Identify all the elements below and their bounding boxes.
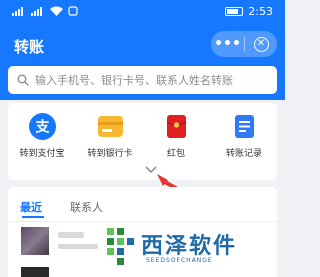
status-left <box>12 6 78 16</box>
wifi-icon <box>50 6 63 16</box>
bank-card-icon <box>97 113 124 140</box>
watermark-title: 西泽软件 <box>141 234 238 259</box>
search-input[interactable]: 输入手机号、银行卡号、联系人姓名转账 <box>8 66 277 94</box>
avatar[interactable] <box>21 227 49 255</box>
avatar-partial <box>21 267 49 277</box>
tab-active-indicator <box>22 216 44 218</box>
status-bar: 2:53 <box>0 0 285 24</box>
mini-app-capsule: ••• ✕ <box>211 31 277 57</box>
signal-icon-2 <box>31 6 42 16</box>
signal-icon <box>12 6 23 16</box>
quick-action-label: 红包 <box>166 149 185 159</box>
watermark-logo: 西泽软件 SEEDSOFCHANGE <box>103 222 273 272</box>
blurred-detail <box>58 244 98 249</box>
search-placeholder: 输入手机号、银行卡号、联系人姓名转账 <box>35 74 233 87</box>
header: 2:53 转账 ••• ✕ 输入手机号、银行卡号、联系人姓名转账 <box>0 0 285 100</box>
close-button[interactable]: ✕ <box>245 36 277 52</box>
page-title: 转账 <box>14 38 45 56</box>
chevron-down-icon[interactable] <box>145 166 157 174</box>
red-envelope-icon <box>163 113 190 140</box>
status-right: 2:53 <box>225 5 273 18</box>
quick-actions-card: 支 转到支付宝 转到银行卡 红包 转账记录 <box>8 103 277 180</box>
quick-action-red-envelope[interactable]: 红包 <box>141 113 211 159</box>
status-time: 2:53 <box>248 5 273 18</box>
more-button[interactable]: ••• <box>211 31 244 57</box>
quick-action-label: 转到支付宝 <box>19 149 65 159</box>
battery-icon <box>225 7 244 16</box>
quick-action-bank-card[interactable]: 转到银行卡 <box>75 113 145 159</box>
quick-action-alipay[interactable]: 支 转到支付宝 <box>7 113 77 159</box>
close-icon: ✕ <box>253 36 269 52</box>
svg-text:支: 支 <box>34 119 50 136</box>
quick-action-label: 转到银行卡 <box>87 149 133 159</box>
quick-action-label: 转账记录 <box>225 149 262 159</box>
tab-recent[interactable]: 最近 <box>20 199 42 215</box>
alipay-icon: 支 <box>28 113 56 140</box>
search-icon <box>17 74 29 86</box>
blurred-name <box>58 232 84 238</box>
quick-action-transfer-record[interactable]: 转账记录 <box>209 113 279 159</box>
notification-icon <box>68 6 78 16</box>
watermark-subtitle: SEEDSOFCHANGE <box>146 257 213 264</box>
transfer-record-icon <box>231 113 258 140</box>
tab-contacts[interactable]: 联系人 <box>70 199 103 215</box>
watermark-emblem-icon <box>107 228 134 265</box>
